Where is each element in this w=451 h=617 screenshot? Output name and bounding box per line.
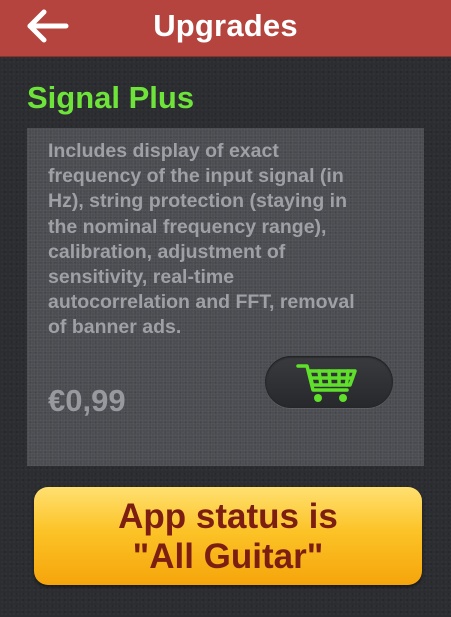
status-line-1: App status is: [118, 497, 338, 536]
upgrade-card: Includes display of exact frequency of t…: [27, 128, 424, 466]
upgrade-title: Signal Plus: [27, 80, 195, 115]
description-line: the nominal frequency range),: [48, 215, 327, 238]
description-line: Hz), string protection (staying in: [48, 190, 348, 213]
status-line-2: "All Guitar": [132, 537, 324, 576]
buy-button[interactable]: [265, 356, 393, 408]
upgrade-description: Includes display of exact frequency of t…: [48, 139, 408, 341]
page-title: Upgrades: [153, 8, 298, 43]
price-label: €0,99: [48, 383, 126, 418]
shopping-cart-icon: [296, 364, 357, 402]
description-line: autocorrelation and FFT, removal: [48, 291, 355, 314]
top-bar: Upgrades: [0, 0, 451, 57]
app-status-button[interactable]: App status is "All Guitar": [34, 487, 422, 585]
description-line: of banner ads.: [48, 316, 182, 339]
description-line: frequency of the input signal (in: [48, 165, 344, 188]
description-line: calibration, adjustment of: [48, 240, 286, 263]
description-line: Includes display of exact: [48, 140, 279, 162]
description-line: sensitivity, real-time: [48, 266, 235, 289]
